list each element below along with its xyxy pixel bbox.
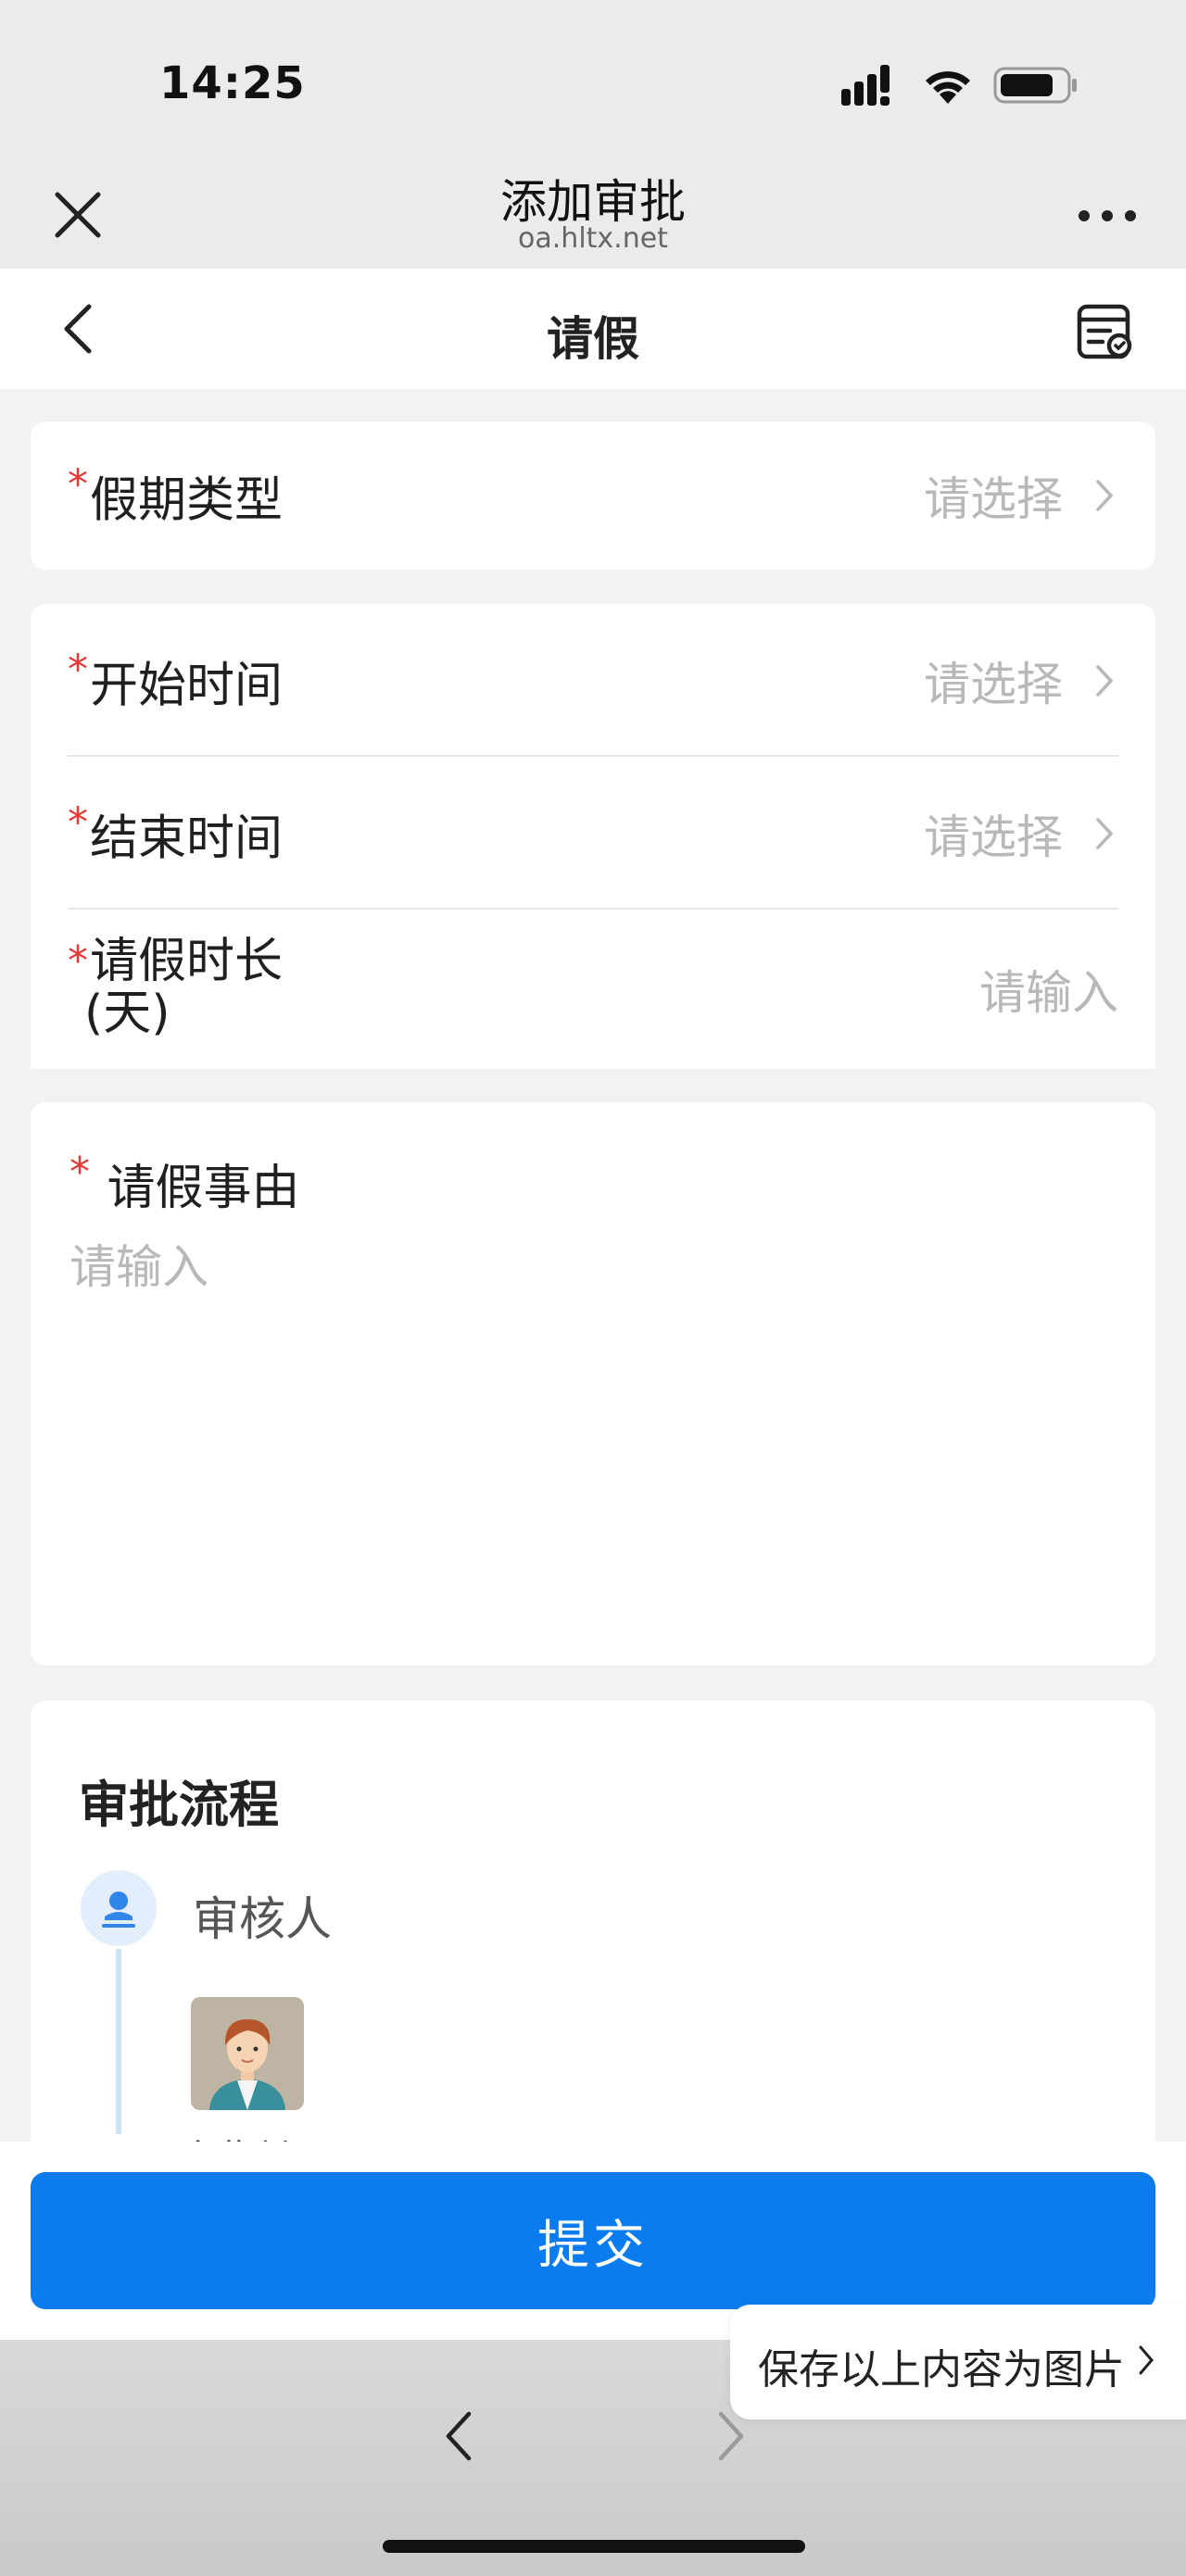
required-mark: * (69, 1149, 90, 1196)
duration-input[interactable]: 请输入 (979, 956, 1118, 1023)
page-title: 请假 (547, 312, 639, 366)
vacation-type-placeholder: 请选择 (924, 472, 1063, 526)
vacation-type-card: *假期类型 请选择 (31, 421, 1155, 570)
reviewer-node-label: 审核人 (193, 1892, 332, 1946)
required-mark: * (68, 798, 88, 847)
form-record-icon[interactable] (1075, 301, 1136, 362)
wifi-icon (926, 71, 970, 104)
start-time-row[interactable]: *开始时间 请选择 (68, 604, 1118, 758)
cellular-signal-icon (841, 65, 890, 106)
required-mark: * (68, 937, 88, 985)
webview-url: oa.hltx.net (518, 222, 668, 255)
reason-textarea[interactable] (69, 1230, 1117, 1601)
chevron-right-icon (1096, 480, 1114, 511)
chevron-right-icon (1139, 2345, 1154, 2375)
approval-flow-card: 审批流程 审核人 金此创 (31, 1701, 1155, 2142)
battery-icon (993, 67, 1077, 104)
time-fields-card: *开始时间 请选择 *结束时间 请选择 *请假时长 (天) 请输入 (31, 604, 1155, 1069)
required-mark: * (68, 460, 88, 509)
save-as-image-label: 保存以上内容为图片 (758, 2346, 1125, 2394)
start-time-label: *开始时间 (68, 646, 284, 714)
submit-button[interactable]: 提交 (31, 2172, 1155, 2309)
required-mark: * (68, 646, 88, 694)
more-icon[interactable] (1075, 202, 1140, 230)
chevron-right-icon (1096, 818, 1114, 849)
status-time: 14:25 (159, 57, 306, 109)
stamp-person-icon (102, 1891, 135, 1928)
end-time-placeholder: 请选择 (924, 810, 1063, 864)
page-nav-bar: 请假 (0, 269, 1186, 389)
approval-flow-title: 审批流程 (79, 1776, 279, 1834)
status-bar: 14:25 (0, 0, 1186, 148)
home-indicator (383, 2540, 805, 2553)
vacation-type-label: *假期类型 (68, 460, 284, 529)
reason-card: * 请假事由 (31, 1102, 1155, 1665)
chevron-right-icon (1096, 665, 1114, 697)
webview-header: 添加审批 oa.hltx.net (0, 148, 1186, 269)
duration-row[interactable]: *请假时长 (天) 请输入 (68, 910, 1118, 1069)
duration-label: *请假时长 (天) (68, 934, 284, 1041)
start-time-placeholder: 请选择 (924, 658, 1063, 711)
vacation-type-row[interactable]: *假期类型 请选择 (68, 421, 1118, 570)
approver-avatar[interactable] (191, 1997, 304, 2110)
save-as-image-button[interactable]: 保存以上内容为图片 (730, 2305, 1186, 2419)
flow-connector-line (116, 1949, 121, 2134)
reviewer-node-icon (81, 1870, 157, 1946)
reason-label: * 请假事由 (69, 1149, 300, 1216)
end-time-label: *结束时间 (68, 798, 284, 867)
browser-back-icon[interactable] (441, 2406, 478, 2466)
approver-name: 金此创 (179, 2129, 290, 2142)
end-time-row[interactable]: *结束时间 请选择 (68, 757, 1118, 911)
